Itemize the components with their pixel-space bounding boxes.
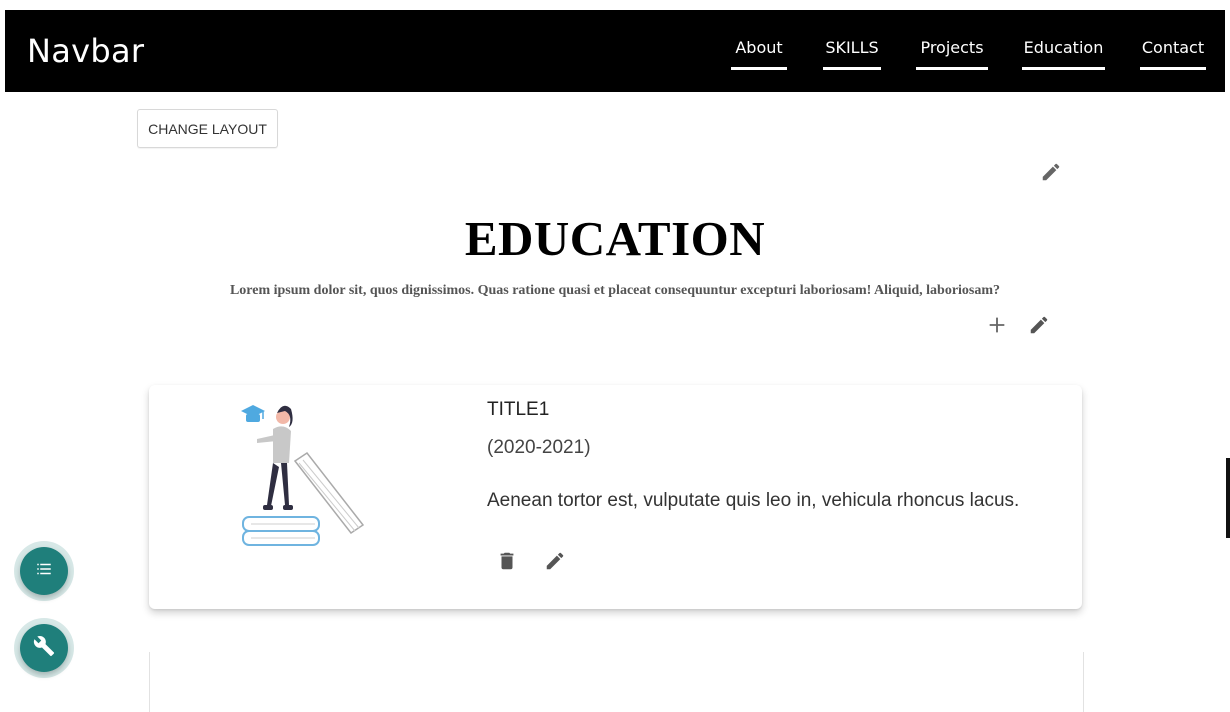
- scrollbar-thumb[interactable]: [1226, 458, 1230, 538]
- section-title: EDUCATION: [464, 211, 766, 266]
- trash-icon[interactable]: [496, 550, 520, 574]
- graduate-illustration: [237, 393, 367, 563]
- list-icon: [35, 560, 53, 583]
- navbar-brand[interactable]: Navbar: [27, 32, 144, 70]
- education-card: [149, 652, 1084, 712]
- navbar: Navbar About SKILLS Projects Education C…: [5, 10, 1225, 92]
- card-years: (2020-2021): [487, 437, 591, 458]
- pencil-icon[interactable]: [1040, 161, 1064, 185]
- card-title: TITLE1: [487, 399, 550, 420]
- nav-link-contact[interactable]: Contact: [1140, 38, 1206, 70]
- nav-link-education[interactable]: Education: [1022, 38, 1105, 70]
- section-subtitle: Lorem ipsum dolor sit, quos dignissimos.…: [229, 283, 1001, 298]
- nav-link-projects[interactable]: Projects: [916, 38, 988, 70]
- plus-icon[interactable]: [986, 314, 1010, 338]
- list-fab-button[interactable]: [20, 547, 68, 595]
- wrench-icon: [33, 635, 55, 662]
- nav-link-skills[interactable]: SKILLS: [823, 38, 881, 70]
- tools-fab-button[interactable]: [20, 624, 68, 672]
- change-layout-button[interactable]: CHANGE LAYOUT: [137, 109, 278, 148]
- card-description: Aenean tortor est, vulputate quis leo in…: [487, 490, 1020, 511]
- pencil-icon[interactable]: [1028, 314, 1052, 338]
- education-card: TITLE1 (2020-2021) Aenean tortor est, vu…: [149, 385, 1082, 609]
- pencil-icon[interactable]: [544, 550, 568, 574]
- nav-link-about[interactable]: About: [731, 38, 787, 70]
